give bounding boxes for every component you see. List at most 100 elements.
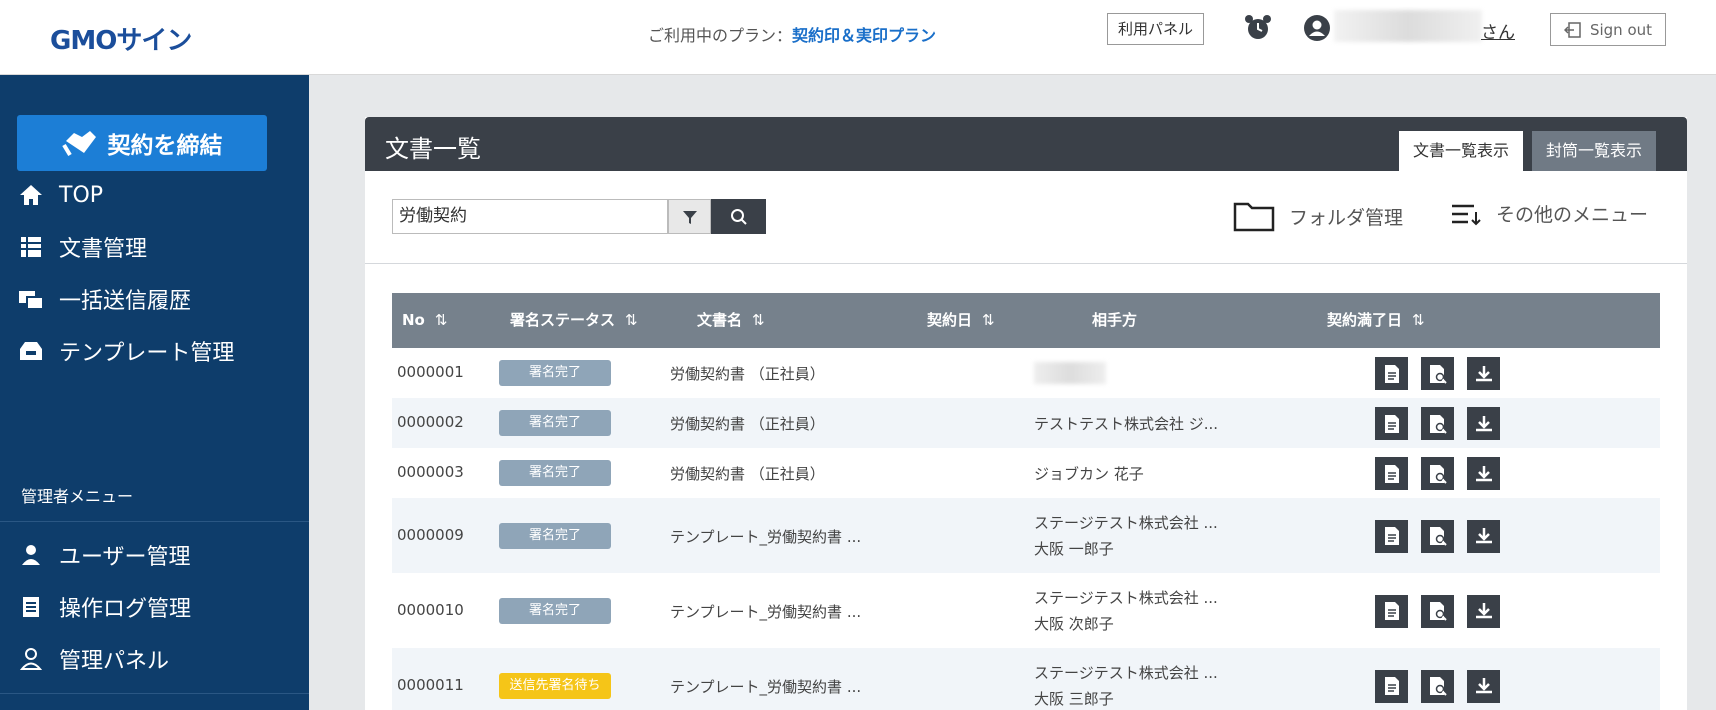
admin-divider <box>0 521 309 522</box>
download-icon[interactable] <box>1467 357 1500 390</box>
download-icon[interactable] <box>1467 457 1500 490</box>
search-input[interactable]: 労働契約 <box>392 199 668 234</box>
document-number: 0000001 <box>397 363 464 381</box>
view-document-icon[interactable] <box>1375 407 1408 440</box>
column-header-no[interactable]: No ⇅ <box>402 293 447 348</box>
download-icon[interactable] <box>1467 594 1500 628</box>
status-badge: 署名完了 <box>499 360 611 386</box>
party-contact: 大阪 次郎子 <box>1034 614 1114 633</box>
sidebar-item-label: ユーザー管理 <box>59 545 191 570</box>
sidebar-divider <box>0 693 309 694</box>
status-badge: 送信先署名待ち <box>499 672 611 699</box>
conclude-contract-button[interactable]: 契約を締結 <box>17 115 267 171</box>
gmo-sign-logo[interactable]: GMOサイン <box>50 20 192 57</box>
tab-document-list[interactable]: 文書一覧表示 <box>1399 131 1524 171</box>
view-document-icon[interactable] <box>1375 357 1408 390</box>
preview-document-icon[interactable] <box>1421 357 1454 390</box>
sidebar-item-templates[interactable]: テンプレート管理 <box>17 331 297 371</box>
view-document-icon[interactable] <box>1375 594 1408 628</box>
party-name: ステージテスト株式会社 ... <box>1034 663 1218 682</box>
column-header-party: 相手方 <box>1092 311 1138 329</box>
table-body: 0000001 署名完了 労働契約書 （正社員） 0000002 署名完了 労働契約書 （… <box>392 348 1660 710</box>
tab-envelope-list[interactable]: 封筒一覧表示 <box>1532 131 1657 171</box>
user-avatar-icon[interactable] <box>1303 14 1331 42</box>
folder-management-link[interactable]: フォルダ管理 <box>1233 200 1403 232</box>
table-row[interactable]: 0000009 署名完了 テンプレート_労働契約書 ... ステージテスト株式会社 .… <box>392 498 1660 573</box>
preview-document-icon[interactable] <box>1421 457 1454 490</box>
download-icon[interactable] <box>1467 407 1500 440</box>
sidebar-item-label: 文書管理 <box>59 237 148 262</box>
page-title: 文書一覧 <box>385 135 481 163</box>
folder-icon <box>1233 202 1275 232</box>
column-header-status[interactable]: 署名ステータス ⇅ <box>510 293 638 348</box>
alarm-clock-icon[interactable] <box>1244 14 1272 42</box>
download-icon[interactable] <box>1467 669 1500 703</box>
party-contact: 大阪 三郎子 <box>1034 689 1114 708</box>
preview-document-icon[interactable] <box>1421 519 1454 553</box>
document-name[interactable]: 労働契約書 （正社員） <box>670 413 825 434</box>
document-name[interactable]: 労働契約書 （正社員） <box>670 363 825 384</box>
document-name[interactable]: テンプレート_労働契約書 ... <box>670 601 861 622</box>
preview-document-icon[interactable] <box>1421 594 1454 628</box>
toolbar-divider <box>365 263 1687 264</box>
column-header-document[interactable]: 文書名 ⇅ <box>697 293 765 348</box>
sidebar-item-label: テンプレート管理 <box>59 341 235 366</box>
sort-icon: ⇅ <box>625 311 638 329</box>
sidebar-item-operation-log[interactable]: 操作ログ管理 <box>17 587 297 627</box>
party-name: ステージテスト株式会社 ... <box>1034 588 1218 607</box>
party-contact: 大阪 一郎子 <box>1034 539 1114 558</box>
user-name-redacted <box>1334 10 1482 42</box>
filter-button[interactable] <box>668 199 711 234</box>
document-name[interactable]: 労働契約書 （正社員） <box>670 463 825 484</box>
table-row[interactable]: 0000001 署名完了 労働契約書 （正社員） <box>392 348 1660 398</box>
document-name[interactable]: テンプレート_労働契約書 ... <box>670 526 861 547</box>
card-header: 文書一覧 文書一覧表示 封筒一覧表示 <box>365 117 1687 171</box>
table-header: No ⇅ 署名ステータス ⇅ 文書名 ⇅ 契約日 ⇅ 相手方 契約満了日 ⇅ <box>392 293 1660 348</box>
admin-menu-title: 管理者メニュー <box>21 487 134 506</box>
sort-icon: ⇅ <box>1412 311 1425 329</box>
preview-document-icon[interactable] <box>1421 407 1454 440</box>
plan-name: 契約印＆実印プラン <box>792 26 937 45</box>
document-number: 0000010 <box>397 600 464 619</box>
handshake-icon <box>61 131 96 157</box>
view-document-icon[interactable] <box>1375 669 1408 703</box>
party-name-redacted <box>1034 362 1106 384</box>
table-row[interactable]: 0000010 署名完了 テンプレート_労働契約書 ... ステージテスト株式会社 .… <box>392 573 1660 648</box>
document-name[interactable]: テンプレート_労働契約書 ... <box>670 676 861 697</box>
sidebar-item-top[interactable]: TOP <box>17 175 297 215</box>
view-document-icon[interactable] <box>1375 457 1408 490</box>
batch-send-icon <box>19 291 44 310</box>
sign-out-button[interactable]: Sign out <box>1550 13 1666 46</box>
view-document-icon[interactable] <box>1375 519 1408 553</box>
download-icon[interactable] <box>1467 519 1500 553</box>
usage-panel-button[interactable]: 利用パネル <box>1107 13 1205 45</box>
preview-document-icon[interactable] <box>1421 669 1454 703</box>
column-header-contract-date[interactable]: 契約日 ⇅ <box>927 293 995 348</box>
other-menu-link[interactable]: その他のメニュー <box>1450 200 1648 227</box>
sidebar-item-user-management[interactable]: ユーザー管理 <box>17 535 297 575</box>
document-number: 0000002 <box>397 413 464 431</box>
sidebar-item-batch-history[interactable]: 一括送信履歴 <box>17 279 297 319</box>
column-header-expiry[interactable]: 契約満了日 ⇅ <box>1327 293 1425 348</box>
search-button[interactable] <box>711 199 766 234</box>
sign-out-label: Sign out <box>1589 20 1653 39</box>
folder-management-label: フォルダ管理 <box>1289 206 1404 229</box>
user-name-suffix[interactable]: さん <box>1481 18 1515 43</box>
status-badge: 署名完了 <box>499 460 611 486</box>
other-menu-label: その他のメニュー <box>1496 204 1649 226</box>
sort-icon: ⇅ <box>752 311 765 329</box>
document-table: No ⇅ 署名ステータス ⇅ 文書名 ⇅ 契約日 ⇅ 相手方 契約満了日 ⇅ 000000… <box>392 293 1660 710</box>
sidebar-item-admin-panel[interactable]: 管理パネル <box>17 639 297 679</box>
status-badge: 署名完了 <box>499 597 611 624</box>
user-icon <box>22 545 40 565</box>
sidebar-item-label: 一括送信履歴 <box>59 289 192 314</box>
table-row[interactable]: 0000002 署名完了 労働契約書 （正社員） テストテスト株式会社 ジ... <box>392 398 1660 448</box>
table-row[interactable]: 0000011 送信先署名待ち テンプレート_労働契約書 ... ステージテスト株式会… <box>392 648 1660 710</box>
sidebar-item-documents[interactable]: 文書管理 <box>17 227 297 267</box>
sidebar: 契約を締結 TOP 文書管理 一括送信履歴 テンプレート管理 管理者メニュー ユ… <box>0 75 309 710</box>
party-name: ジョブカン 花子 <box>1034 465 1144 483</box>
sort-icon: ⇅ <box>982 311 995 329</box>
table-row[interactable]: 0000003 署名完了 労働契約書 （正社員） ジョブカン 花子 <box>392 448 1660 498</box>
document-number: 0000003 <box>397 463 464 481</box>
sidebar-item-label: 操作ログ管理 <box>59 597 192 622</box>
